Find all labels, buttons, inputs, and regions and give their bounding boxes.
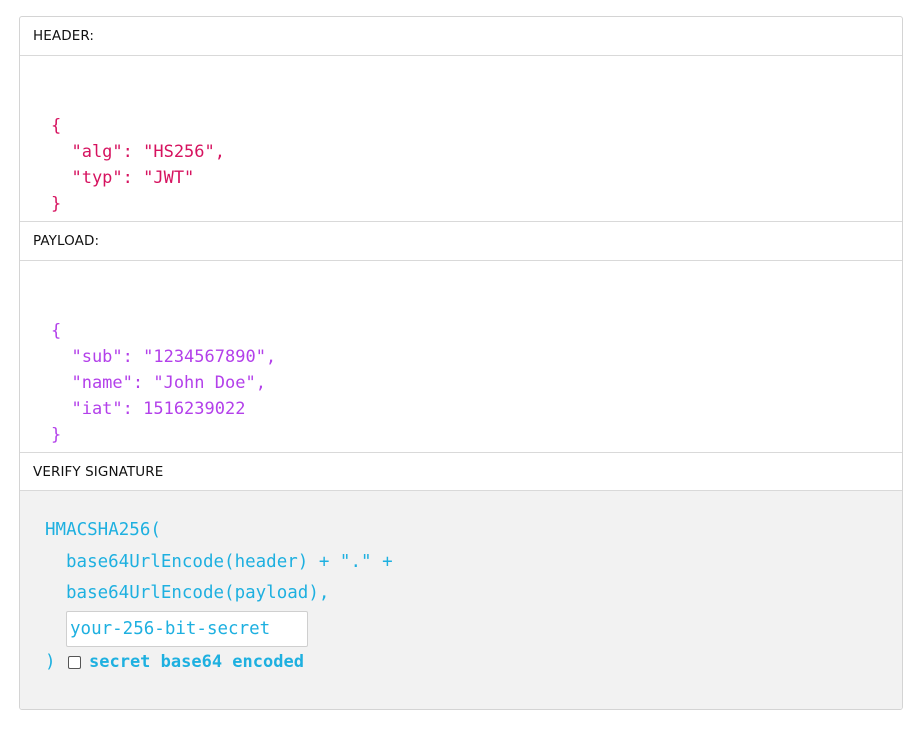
payload-section-title: PAYLOAD: (33, 233, 100, 249)
header-json-line: } (51, 194, 62, 214)
secret-base64-label[interactable]: secret base64 encoded (89, 652, 304, 672)
payload-json-line: "name": "John Doe", (51, 373, 266, 393)
hmac-function-open: HMACSHA256( (45, 520, 161, 540)
divider (20, 55, 902, 56)
header-section-title: HEADER: (33, 28, 95, 44)
payload-json-line: "sub": "1234567890", (51, 347, 277, 367)
header-json-line: { (51, 116, 62, 136)
header-json-line: "typ": "JWT" (51, 168, 195, 188)
header-json-line: "alg": "HS256", (51, 142, 225, 162)
hmac-function-close: ) (45, 652, 56, 672)
jwt-decoded-panel: HEADER: { "alg": "HS256", "typ": "JWT"} … (19, 16, 903, 710)
payload-json-line: } (51, 425, 62, 445)
encode-header-line: base64UrlEncode(header) + "." + (66, 552, 393, 572)
payload-json-line: "iat": 1516239022 (51, 399, 246, 419)
secret-base64-checkbox[interactable] (68, 656, 81, 669)
secret-input-value: your-256-bit-secret (70, 619, 271, 639)
secret-input[interactable]: your-256-bit-secret (66, 611, 308, 647)
verify-signature-section-title: VERIFY SIGNATURE (33, 464, 164, 480)
encode-payload-line: base64UrlEncode(payload), (66, 583, 330, 603)
payload-json-line: { (51, 321, 62, 341)
divider (20, 260, 902, 261)
